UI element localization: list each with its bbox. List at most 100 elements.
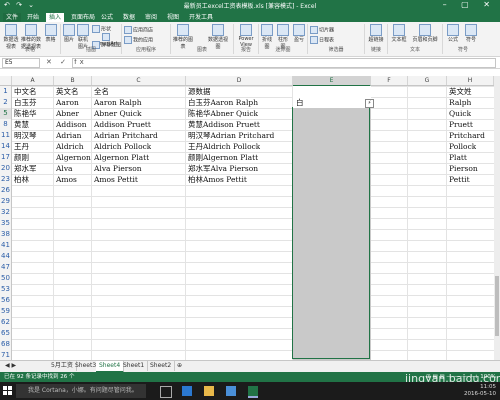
cell-d[interactable]: 黄慧Addison Pruett	[188, 119, 260, 130]
header-footer-button[interactable]: 页眉和页脚	[410, 24, 440, 43]
cell-d[interactable]: 白玉芬Aaron Ralph	[188, 97, 258, 108]
cell-a[interactable]: 王丹	[14, 141, 29, 152]
system-clock[interactable]: 11:05 2016-05-10	[464, 384, 496, 398]
cell-h[interactable]: Pruett	[449, 119, 473, 130]
cell-d1[interactable]: 源数据	[188, 86, 211, 97]
picture-button[interactable]: 图片	[63, 24, 75, 43]
shapes-button[interactable]: 形状	[92, 25, 111, 33]
window-controls[interactable]: – ▢ ✕	[443, 0, 496, 9]
cell-c[interactable]: Adrian Pritchard	[94, 130, 158, 141]
windows-start-icon[interactable]	[3, 386, 13, 396]
smartart-icon	[102, 33, 110, 41]
cell-a1[interactable]: 中文名	[14, 86, 37, 97]
equation-button[interactable]: 公式	[445, 24, 461, 43]
formula-input[interactable]	[72, 58, 496, 68]
slicer-icon	[310, 26, 318, 34]
tab-view[interactable]: 视图	[164, 13, 182, 22]
column-header-h[interactable]: H	[447, 76, 494, 85]
column-header-c[interactable]: C	[92, 76, 186, 85]
task-view-icon[interactable]	[160, 386, 172, 398]
cell-h[interactable]: Pollock	[449, 141, 476, 152]
grid-line	[446, 86, 447, 360]
cell-a[interactable]: 明汉琴	[14, 130, 37, 141]
tab-developer[interactable]: 开发工具	[186, 13, 216, 22]
timeline-button[interactable]: 日程表	[310, 36, 334, 44]
cell-c[interactable]: Alva Pierson	[94, 163, 142, 174]
cell-h[interactable]: Ralph	[449, 97, 471, 108]
cell-a[interactable]: 颜刚	[14, 152, 29, 163]
table-button[interactable]: 表格	[43, 24, 58, 43]
cell-b[interactable]: Abner	[56, 108, 79, 119]
cell-d[interactable]: 郑水军Alva Pierson	[188, 163, 258, 174]
tab-insert[interactable]: 插入	[46, 13, 65, 22]
cell-a[interactable]: 白玉芬	[14, 97, 37, 108]
file-explorer-icon[interactable]	[204, 386, 214, 396]
cell-c[interactable]: Aldrich Pollock	[94, 141, 151, 152]
excel-taskbar-icon[interactable]	[248, 386, 258, 398]
cell-d[interactable]: 颜刚Algernon Platt	[188, 152, 258, 163]
cell-a[interactable]: 郑水军	[14, 163, 37, 174]
column-header-d[interactable]: D	[186, 76, 293, 85]
symbol-button[interactable]: 符号	[463, 24, 479, 43]
column-header-a[interactable]: A	[12, 76, 54, 85]
textbox-button[interactable]: 文本框	[390, 24, 408, 43]
vertical-scrollbar[interactable]	[494, 76, 500, 360]
cell-d[interactable]: 王丹Aldrich Pollock	[188, 141, 260, 152]
cell-c1[interactable]: 全名	[94, 86, 109, 97]
cell-h[interactable]: Quick	[449, 108, 471, 119]
cell-c[interactable]: Amos Pettit	[94, 174, 138, 185]
tab-home[interactable]: 开始	[24, 13, 42, 22]
cell-a[interactable]: 黄慧	[14, 119, 29, 130]
cell-a[interactable]: 柏林	[14, 174, 29, 185]
tab-data[interactable]: 数据	[120, 13, 138, 22]
tab-review[interactable]: 审阅	[142, 13, 160, 22]
select-all-corner[interactable]	[0, 76, 12, 85]
cell-c[interactable]: Algernon Platt	[94, 152, 149, 163]
cell-e-active[interactable]: 白	[296, 97, 304, 108]
store-button[interactable]: 应用商店	[124, 26, 153, 34]
cell-c[interactable]: Aaron Ralph	[94, 97, 142, 108]
power-view-button[interactable]: Power View	[236, 24, 256, 48]
tab-file[interactable]: 文件	[3, 13, 22, 22]
cell-h[interactable]: Pritchard	[449, 130, 485, 141]
cell-d[interactable]: 明汉琴Adrian Pritchard	[188, 130, 274, 141]
my-apps-button[interactable]: 我的应用	[124, 36, 153, 44]
sheet-nav-arrows[interactable]: ◀ ▶	[2, 361, 19, 371]
sheet-tab[interactable]: Sheet1	[120, 361, 149, 371]
store-icon[interactable]	[226, 386, 236, 396]
column-header-g[interactable]: G	[408, 76, 447, 85]
name-box[interactable]: E5	[2, 58, 40, 68]
sparkline-winloss-button[interactable]: 盈亏	[292, 24, 306, 43]
cell-d[interactable]: 柏林Amos Pettit	[188, 174, 247, 185]
cell-b[interactable]: Adrian	[56, 130, 82, 141]
cell-b[interactable]: Aldrich	[56, 141, 84, 152]
cell-h[interactable]: Pierson	[449, 163, 478, 174]
add-sheet-button[interactable]: ⊕	[174, 361, 185, 371]
cell-b[interactable]: Amos	[56, 174, 77, 185]
hyperlink-button[interactable]: 超链接	[367, 24, 385, 43]
cell-b[interactable]: Aaron	[56, 97, 79, 108]
tab-page-layout[interactable]: 页面布局	[68, 13, 98, 22]
cell-b1[interactable]: 英文名	[56, 86, 79, 97]
cell-h[interactable]: Pettit	[449, 174, 470, 185]
cell-d[interactable]: 陈艳华Abner Quick	[188, 108, 258, 119]
cell-a[interactable]: 陈艳华	[14, 108, 37, 119]
cell-c[interactable]: Addison Pruett	[94, 119, 151, 130]
cell-c[interactable]: Abner Quick	[94, 108, 142, 119]
cortana-search-box[interactable]: 我是 Cortana，小娜。有问题尽管问我。	[16, 384, 146, 398]
edge-browser-icon[interactable]	[182, 386, 192, 396]
active-cell-e2[interactable]	[293, 97, 370, 108]
slicer-button[interactable]: 切片器	[310, 26, 334, 34]
flash-fill-options-icon[interactable]: ⚡	[365, 99, 374, 108]
tab-formulas[interactable]: 公式	[98, 13, 116, 22]
cell-b[interactable]: Addison	[56, 119, 87, 130]
pivot-table-icon	[5, 24, 17, 36]
column-header-b[interactable]: B	[54, 76, 92, 85]
cell-h[interactable]: Platt	[449, 152, 467, 163]
scrollbar-thumb[interactable]	[495, 276, 499, 336]
cell-b[interactable]: Algernon	[56, 152, 91, 163]
cell-h1[interactable]: 英文姓	[449, 86, 472, 97]
column-header-f[interactable]: F	[371, 76, 408, 85]
cell-b[interactable]: Alva	[56, 163, 73, 174]
sheet-tab[interactable]: Sheet2	[147, 361, 176, 371]
